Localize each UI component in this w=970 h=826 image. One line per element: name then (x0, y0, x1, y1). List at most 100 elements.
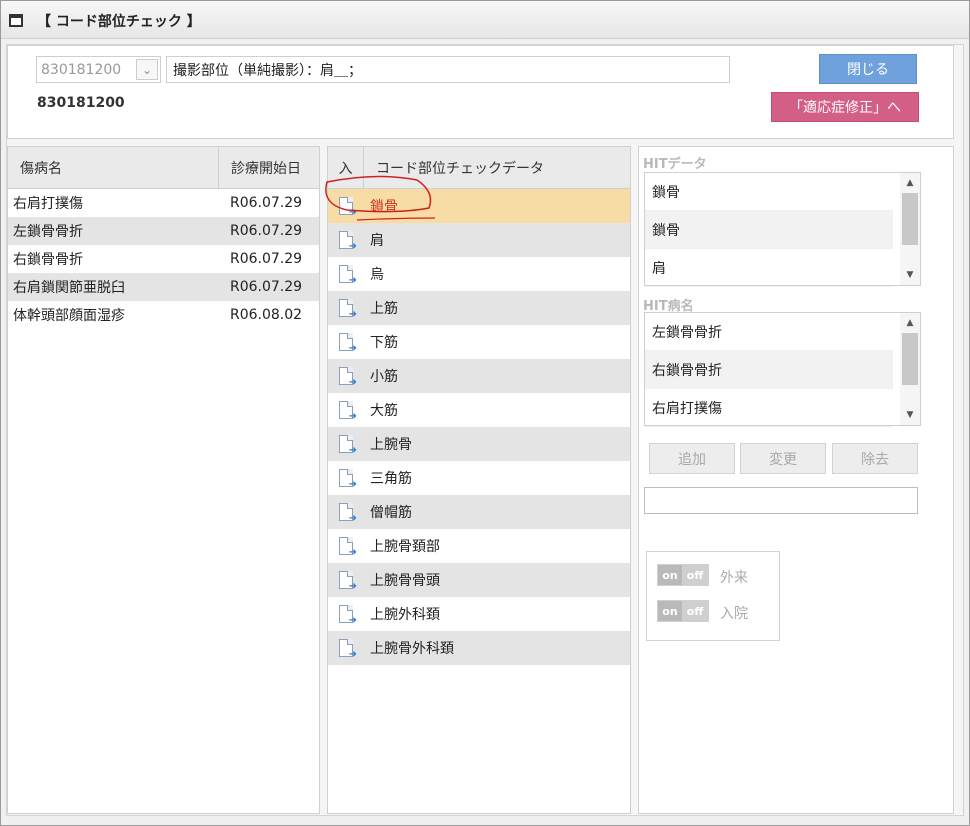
code-part-label: 肩 (370, 233, 384, 249)
hit-disease-scrollbar[interactable]: ▲ ▼ (900, 313, 920, 425)
column-header-name[interactable]: 傷病名 (8, 147, 219, 188)
start-date: R06.08.02 (230, 307, 303, 323)
document-arrow-icon (339, 537, 357, 558)
list-item[interactable]: 右鎖骨骨折 (645, 351, 893, 389)
list-item[interactable]: 小筋 (328, 359, 630, 393)
document-arrow-icon[interactable] (328, 503, 364, 524)
document-arrow-icon (339, 503, 357, 524)
document-arrow-icon[interactable] (328, 537, 364, 558)
document-arrow-icon[interactable] (328, 333, 364, 354)
document-arrow-icon (339, 197, 357, 218)
code-part-label: 大筋 (370, 403, 398, 419)
change-button[interactable]: 変更 (740, 443, 826, 474)
code-part-label: 上筋 (370, 301, 398, 317)
code-part-label: 上腕外科頚 (370, 607, 440, 623)
code-part-label: 上腕骨頚部 (370, 539, 440, 555)
list-item[interactable]: 上腕骨 (328, 427, 630, 461)
list-item[interactable]: 右肩打撲傷 (645, 389, 893, 427)
toggle-off-label: off (682, 565, 708, 585)
start-date: R06.07.29 (230, 279, 303, 295)
list-item[interactable]: 左鎖骨骨折 (645, 313, 893, 351)
code-part-label: 上腕骨 (370, 437, 412, 453)
table-row[interactable]: 左鎖骨骨折 R06.07.29 (8, 217, 319, 245)
close-button[interactable]: 閉じる (819, 54, 917, 84)
list-item[interactable]: 鎖骨 (645, 211, 893, 249)
document-arrow-icon[interactable] (328, 401, 364, 422)
chevron-down-icon[interactable]: ⌄ (136, 59, 158, 80)
code-select-value: 830181200 (41, 61, 122, 78)
scroll-thumb[interactable] (902, 193, 918, 245)
table-row[interactable]: 右鎖骨骨折 R06.07.29 (8, 245, 319, 273)
disease-list-header: 傷病名 診療開始日 (8, 147, 319, 189)
table-row[interactable]: 右肩鎖関節亜脱臼 R06.07.29 (8, 273, 319, 301)
scroll-down-icon[interactable]: ▼ (900, 407, 920, 423)
document-arrow-icon[interactable] (328, 639, 364, 660)
list-item[interactable]: 烏 (328, 257, 630, 291)
column-header-date[interactable]: 診療開始日 (219, 147, 319, 188)
code-select[interactable]: 830181200 ⌄ (36, 56, 161, 83)
list-item[interactable]: 鎖骨 (328, 189, 630, 223)
document-arrow-icon (339, 571, 357, 592)
disease-name: 左鎖骨骨折 (13, 224, 83, 240)
document-arrow-icon (339, 469, 357, 490)
document-arrow-icon[interactable] (328, 605, 364, 626)
header-panel: 830181200 ⌄ 撮影部位（単純撮影）：肩＿； 830181200 閉じる… (7, 45, 954, 139)
outpatient-label: 外来 (720, 570, 748, 586)
list-item[interactable]: 下筋 (328, 325, 630, 359)
list-item[interactable]: 三角筋 (328, 461, 630, 495)
outpatient-toggle[interactable]: on off (657, 564, 709, 586)
document-arrow-icon[interactable] (328, 231, 364, 252)
code-part-label: 上腕骨外科頚 (370, 641, 454, 657)
code-check-panel: 入 コード部位チェックデータ 鎖骨肩烏上筋下筋小筋大筋上腕骨三角筋僧帽筋上腕骨頚… (327, 146, 631, 814)
list-item[interactable]: 大筋 (328, 393, 630, 427)
remove-button[interactable]: 除去 (832, 443, 918, 474)
document-arrow-icon[interactable] (328, 435, 364, 456)
start-date: R06.07.29 (230, 195, 303, 211)
document-arrow-icon[interactable] (328, 469, 364, 490)
inpatient-toggle[interactable]: on off (657, 600, 709, 622)
toggle-on-label: on (658, 565, 682, 585)
list-item[interactable]: 上腕骨頚部 (328, 529, 630, 563)
scroll-up-icon[interactable]: ▲ (900, 175, 920, 191)
list-item[interactable]: 上腕骨骨頭 (328, 563, 630, 597)
column-header-code-check[interactable]: コード部位チェックデータ (364, 147, 630, 188)
entry-input[interactable] (644, 487, 918, 514)
fix-indication-button[interactable]: 「適応症修正」へ (771, 92, 919, 122)
disease-name: 右肩打撲傷 (13, 196, 83, 212)
disease-name: 右肩鎖関節亜脱臼 (13, 280, 125, 296)
document-arrow-icon[interactable] (328, 197, 364, 218)
list-item[interactable]: 僧帽筋 (328, 495, 630, 529)
hit-disease-listbox[interactable]: 左鎖骨骨折 右鎖骨骨折 右肩打撲傷 ▲ ▼ (644, 312, 921, 427)
document-arrow-icon (339, 401, 357, 422)
disease-name: 右鎖骨骨折 (13, 252, 83, 268)
scroll-up-icon[interactable]: ▲ (900, 315, 920, 331)
scroll-down-icon[interactable]: ▼ (900, 267, 920, 283)
dialog-body: 830181200 ⌄ 撮影部位（単純撮影）：肩＿； 830181200 閉じる… (6, 44, 964, 816)
code-part-label: 小筋 (370, 369, 398, 385)
code-part-label: 下筋 (370, 335, 398, 351)
hit-data-listbox[interactable]: 鎖骨 鎖骨肩 ▲ ▼ (644, 172, 921, 287)
list-item[interactable]: 肩 (328, 223, 630, 257)
scroll-thumb[interactable] (902, 333, 918, 385)
document-arrow-icon[interactable] (328, 367, 364, 388)
code-part-label: 烏 (370, 267, 384, 283)
document-arrow-icon[interactable] (328, 571, 364, 592)
list-item[interactable]: 鎖骨 (645, 173, 893, 211)
code-part-label: 僧帽筋 (370, 505, 412, 521)
list-item[interactable]: 上腕骨外科頚 (328, 631, 630, 665)
dialog-window: 【 コード部位チェック 】 830181200 ⌄ 撮影部位（単純撮影）：肩＿；… (0, 0, 970, 826)
document-arrow-icon[interactable] (328, 265, 364, 286)
list-item[interactable]: 上筋 (328, 291, 630, 325)
table-row[interactable]: 右肩打撲傷 R06.07.29 (8, 189, 319, 217)
hit-data-scrollbar[interactable]: ▲ ▼ (900, 173, 920, 285)
list-item[interactable]: 肩 (645, 249, 893, 287)
column-header-in[interactable]: 入 (328, 147, 364, 188)
disease-list-panel: 傷病名 診療開始日 右肩打撲傷 R06.07.29 左鎖骨骨折 R06.07.29 右鎖… (7, 146, 320, 814)
document-arrow-icon[interactable] (328, 299, 364, 320)
list-item[interactable]: 上腕外科頚 (328, 597, 630, 631)
inpatient-label: 入院 (720, 606, 748, 622)
part-input[interactable]: 撮影部位（単純撮影）：肩＿； (166, 56, 730, 83)
add-button[interactable]: 追加 (649, 443, 735, 474)
disease-list-body: 右肩打撲傷 R06.07.29 左鎖骨骨折 R06.07.29 右鎖骨骨折 R06.07.… (8, 189, 319, 329)
table-row[interactable]: 体幹頭部顔面湿疹 R06.08.02 (8, 301, 319, 329)
